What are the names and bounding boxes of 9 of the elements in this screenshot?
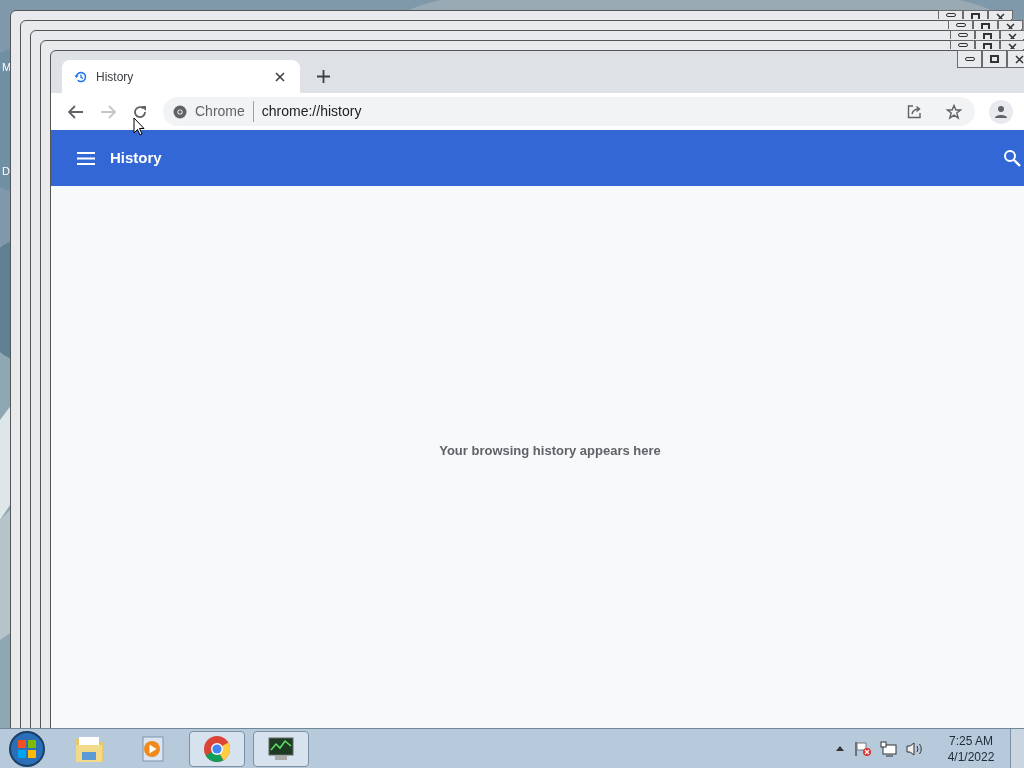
browser-tab[interactable]: History — [62, 60, 300, 93]
url-text: chrome://history — [261, 102, 363, 121]
page-title: History — [110, 147, 162, 168]
clock-time[interactable]: 7:25 AM — [949, 732, 993, 749]
tab-title: History — [96, 68, 135, 86]
empty-history-message: Your browsing history appears here — [439, 441, 661, 460]
address-bar[interactable]: Chrome chrome://history — [163, 97, 975, 126]
clock-date[interactable]: 4/1/2022 — [947, 748, 995, 765]
site-origin: Chrome — [195, 101, 254, 122]
